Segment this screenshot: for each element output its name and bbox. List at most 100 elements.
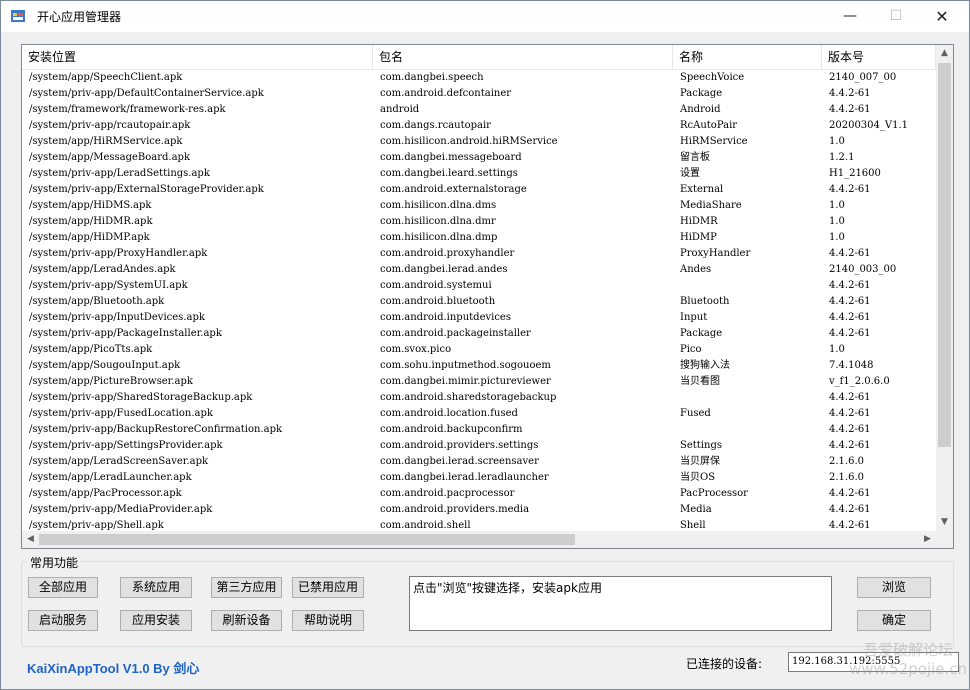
cell-package-name: com.dangbei.lerad.andes <box>380 264 508 275</box>
column-header-name[interactable]: 名称 <box>673 45 822 69</box>
system-apps-button[interactable]: 系统应用 <box>120 577 192 598</box>
cell-version: 4.4.2-61 <box>829 520 871 531</box>
list-item[interactable]: /system/app/HiRMService.apk com.hisilicon… <box>22 134 936 150</box>
help-button[interactable]: 帮助说明 <box>292 610 364 631</box>
cell-package-name: com.android.proxyhandler <box>380 248 515 259</box>
scroll-left-arrow-icon[interactable]: ◀ <box>22 531 39 548</box>
disabled-apps-button[interactable]: 已禁用应用 <box>292 577 364 598</box>
cell-app-name: ProxyHandler <box>680 248 751 259</box>
close-button[interactable]: ✕ <box>919 1 965 32</box>
list-item[interactable]: /system/app/MessageBoard.apk com.dangbei.… <box>22 150 936 166</box>
cell-package-name: com.android.providers.media <box>380 504 530 515</box>
cell-install-path: /system/priv-app/ProxyHandler.apk <box>29 248 208 259</box>
list-item[interactable]: /system/priv-app/ProxyHandler.apk com.and… <box>22 246 936 262</box>
list-item[interactable]: /system/app/LeradLauncher.apk com.dangbei… <box>22 470 936 486</box>
cell-version: 1.0 <box>829 232 845 243</box>
third-party-apps-button[interactable]: 第三方应用 <box>211 577 282 598</box>
cell-version: 4.4.2-61 <box>829 328 871 339</box>
list-item[interactable]: /system/priv-app/DefaultContainerService… <box>22 86 936 102</box>
list-item[interactable]: /system/priv-app/Shell.apk com.android.sh… <box>22 518 936 531</box>
list-item[interactable]: /system/app/PicoTts.apk com.svox.pico Pico… <box>22 342 936 358</box>
cell-package-name: com.android.bluetooth <box>380 296 496 307</box>
list-item[interactable]: /system/priv-app/PackageInstaller.apk com… <box>22 326 936 342</box>
cell-version: 1.2.1 <box>829 152 855 163</box>
list-item[interactable]: /system/priv-app/BackupRestoreConfirmati… <box>22 422 936 438</box>
cell-app-name: 留言板 <box>680 152 710 163</box>
cell-version: 4.4.2-61 <box>829 392 871 403</box>
horizontal-scroll-thumb[interactable] <box>39 534 575 545</box>
cell-install-path: /system/app/LeradScreenSaver.apk <box>29 456 209 467</box>
cell-version: 2.1.6.0 <box>829 456 864 467</box>
cell-version: 20200304_V1.1 <box>829 120 909 131</box>
list-item[interactable]: /system/app/LeradScreenSaver.apk com.dang… <box>22 454 936 470</box>
cell-app-name: External <box>680 184 724 195</box>
cell-install-path: /system/priv-app/rcautopair.apk <box>29 120 191 131</box>
cell-package-name: com.hisilicon.dlna.dmp <box>380 232 498 243</box>
cell-package-name: com.hisilicon.dlna.dmr <box>380 216 496 227</box>
window-title: 开心应用管理器 <box>37 10 122 24</box>
cell-app-name: 搜狗输入法 <box>680 360 730 371</box>
list-item[interactable]: /system/priv-app/MediaProvider.apk com.an… <box>22 502 936 518</box>
column-header-package[interactable]: 包名 <box>373 45 673 69</box>
list-item[interactable]: /system/app/SpeechClient.apk com.dangbei.… <box>22 70 936 86</box>
all-apps-button[interactable]: 全部应用 <box>28 577 98 598</box>
list-item[interactable]: /system/priv-app/SharedStorageBackup.apk… <box>22 390 936 406</box>
list-item[interactable]: /system/app/LeradAndes.apk com.dangbei.le… <box>22 262 936 278</box>
list-item[interactable]: /system/priv-app/SettingsProvider.apk com… <box>22 438 936 454</box>
cell-app-name: Fused <box>680 408 711 419</box>
group-label: 常用功能 <box>27 554 82 571</box>
start-service-button[interactable]: 启动服务 <box>28 610 98 631</box>
confirm-button[interactable]: 确定 <box>857 610 931 631</box>
scroll-down-arrow-icon[interactable]: ▼ <box>936 514 953 531</box>
vertical-scrollbar[interactable]: ▲ ▼ <box>936 45 953 531</box>
list-item[interactable]: /system/priv-app/LeradSettings.apk com.da… <box>22 166 936 182</box>
watermark: 吾爱破解论坛 www.52pojie.cn <box>849 641 967 679</box>
cell-install-path: /system/app/Bluetooth.apk <box>29 296 165 307</box>
scroll-corner <box>936 531 953 548</box>
horizontal-scrollbar[interactable]: ◀ ▶ <box>22 531 936 548</box>
list-item[interactable]: /system/app/PictureBrowser.apk com.dangbe… <box>22 374 936 390</box>
cell-version: 7.4.1048 <box>829 360 874 371</box>
cell-version: 4.4.2-61 <box>829 424 871 435</box>
cell-version: 4.4.2-61 <box>829 312 871 323</box>
list-item[interactable]: /system/framework/framework-res.apk andro… <box>22 102 936 118</box>
scroll-right-arrow-icon[interactable]: ▶ <box>919 531 936 548</box>
list-item[interactable]: /system/priv-app/rcautopair.apk com.dangs… <box>22 118 936 134</box>
cell-app-name: Shell <box>680 520 706 531</box>
list-item[interactable]: /system/priv-app/FusedLocation.apk com.an… <box>22 406 936 422</box>
list-item[interactable]: /system/app/Bluetooth.apk com.android.blu… <box>22 294 936 310</box>
list-item[interactable]: /system/app/HiDMS.apk com.hisilicon.dlna.… <box>22 198 936 214</box>
cell-version: 4.4.2-61 <box>829 408 871 419</box>
cell-app-name: 当贝看图 <box>680 376 720 387</box>
cell-package-name: com.svox.pico <box>380 344 452 355</box>
refresh-device-button[interactable]: 刷新设备 <box>211 610 282 631</box>
cell-install-path: /system/priv-app/DefaultContainerService… <box>29 88 264 99</box>
cell-package-name: com.android.location.fused <box>380 408 518 419</box>
list-item[interactable]: /system/priv-app/ExternalStorageProvider… <box>22 182 936 198</box>
vertical-scroll-thumb[interactable] <box>938 63 951 447</box>
list-item[interactable]: /system/app/HiDMR.apk com.hisilicon.dlna.… <box>22 214 936 230</box>
cell-app-name: PacProcessor <box>680 488 748 499</box>
minimize-button[interactable]: — <box>827 1 873 32</box>
list-item[interactable]: /system/app/HiDMP.apk com.hisilicon.dlna.… <box>22 230 936 246</box>
cell-app-name: Package <box>680 88 723 99</box>
column-header-install-path[interactable]: 安装位置 <box>22 45 373 69</box>
cell-app-name: Andes <box>680 264 712 275</box>
cell-install-path: /system/priv-app/Shell.apk <box>29 520 164 531</box>
browse-button[interactable]: 浏览 <box>857 577 931 598</box>
cell-app-name: Android <box>680 104 721 115</box>
scroll-up-arrow-icon[interactable]: ▲ <box>936 45 953 62</box>
list-item[interactable]: /system/priv-app/InputDevices.apk com.and… <box>22 310 936 326</box>
list-item[interactable]: /system/priv-app/SystemUI.apk com.android… <box>22 278 936 294</box>
cell-app-name: RcAutoPair <box>680 120 738 131</box>
cell-package-name: com.android.defcontainer <box>380 88 512 99</box>
maximize-button[interactable]: ☐ <box>873 1 919 32</box>
list-item[interactable]: /system/app/PacProcessor.apk com.android.… <box>22 486 936 502</box>
app-list-view[interactable]: 安装位置 包名 名称 版本号 /system/app/SpeechClient.… <box>21 44 954 549</box>
column-header-version[interactable]: 版本号 <box>822 45 936 69</box>
install-app-button[interactable]: 应用安装 <box>120 610 192 631</box>
message-textbox[interactable]: 点击"浏览"按键选择，安装apk应用 <box>409 576 832 631</box>
cell-install-path: /system/app/SougouInput.apk <box>29 360 181 371</box>
list-rows: /system/app/SpeechClient.apk com.dangbei.… <box>22 70 936 531</box>
list-item[interactable]: /system/app/SougouInput.apk com.sohu.inpu… <box>22 358 936 374</box>
